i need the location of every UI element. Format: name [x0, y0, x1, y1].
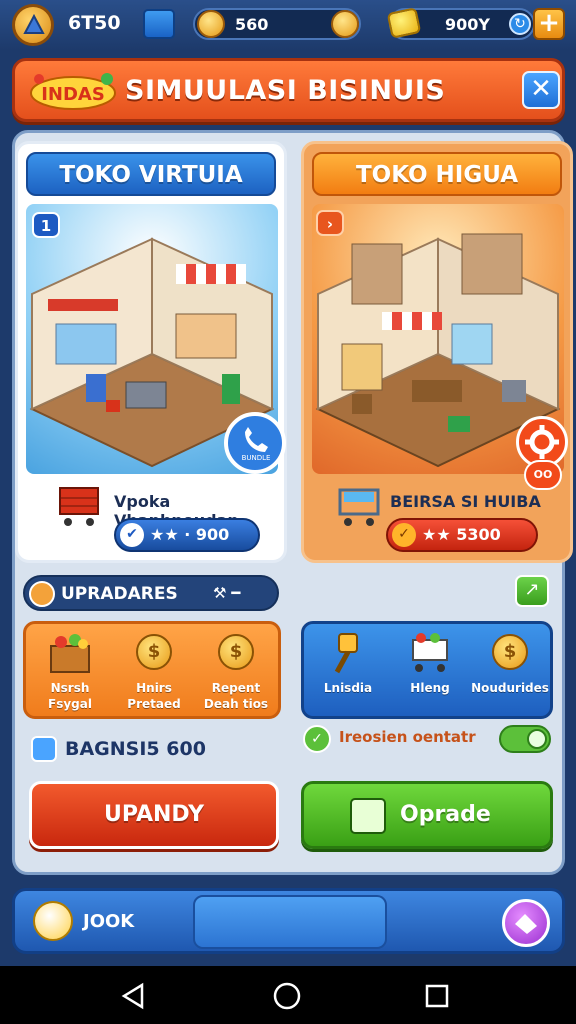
- cart-icon: [59, 487, 99, 526]
- lightbulb-icon[interactable]: [33, 901, 73, 941]
- upgrade-label: Repent Deah tios: [203, 681, 269, 711]
- expand-button[interactable]: ↗: [515, 575, 549, 607]
- cart-icon: [412, 633, 448, 672]
- upgrade-item[interactable]: $ Hnirs Pretaed: [114, 630, 194, 716]
- title-banner: INDAS SIMUULASI BISINUIS ✕: [12, 58, 565, 122]
- card-badge: ›: [316, 210, 344, 236]
- balance-value: BAGNSI5 600: [65, 738, 206, 760]
- level-badge-icon[interactable]: [12, 4, 54, 46]
- phone-badge-label: BUNDLE: [241, 454, 271, 462]
- upgrade-label: Hleng: [410, 681, 450, 695]
- status-toggle[interactable]: [499, 725, 551, 753]
- tag-icon: [31, 736, 57, 762]
- gems-counter[interactable]: 900Y ↻: [386, 7, 535, 40]
- operate-label: Oprade: [400, 802, 491, 827]
- small-badge-button[interactable]: OO: [524, 460, 562, 490]
- bottom-bar: JOOK: [12, 888, 565, 954]
- upgrade-label: Nsrsh Fsygal: [48, 681, 92, 711]
- coin-icon: $: [218, 634, 254, 670]
- upgrade-label: Lnisdia: [323, 681, 373, 695]
- store-card-virtual[interactable]: TOKO VIRTUIA 1 BUNDLE Vpoka ✔ ★★ · 900: [15, 141, 287, 563]
- upgrade-item[interactable]: $ Noudurides: [470, 630, 550, 716]
- bottom-input-field[interactable]: [193, 895, 387, 949]
- tools-icon: ⚒ ━: [213, 584, 241, 602]
- coins-value: 560: [235, 15, 269, 34]
- close-button[interactable]: ✕: [522, 71, 560, 109]
- coin-icon: ✓: [392, 523, 416, 547]
- phone-icon[interactable]: BUNDLE: [224, 412, 286, 474]
- coin-add-icon[interactable]: [331, 10, 359, 38]
- menu-square-button[interactable]: [143, 9, 175, 39]
- upgrade-icon: [29, 581, 55, 607]
- recent-apps-icon[interactable]: [424, 983, 450, 1009]
- upgrade-item[interactable]: $ Repent Deah tios: [196, 630, 276, 716]
- refresh-icon[interactable]: ↻: [509, 13, 531, 35]
- coins-counter[interactable]: 560: [193, 8, 361, 40]
- store-card-physical[interactable]: TOKO HIGUA › OO BEIRSA SI HUIBA ✓ ★★ 530…: [301, 141, 573, 563]
- system-nav-bar: [0, 966, 576, 1024]
- upgrades-left-panel: Nsrsh Fsygal $ Hnirs Pretaed $ Repent De…: [23, 621, 281, 719]
- price-button[interactable]: ✓ ★★ 5300: [386, 518, 538, 552]
- box-icon: [350, 798, 386, 834]
- gems-value: 900Y: [445, 15, 490, 34]
- toggle-knob: [527, 729, 547, 749]
- operate-button[interactable]: Oprade: [301, 781, 553, 849]
- page-title: SIMUULASI BISINUIS: [125, 75, 446, 106]
- card-caption: BEIRSA SI HUIBA: [390, 492, 541, 511]
- coin-icon: $: [136, 634, 172, 670]
- card-number-badge: 1: [32, 212, 60, 238]
- check-icon: ✓: [303, 725, 331, 753]
- home-icon[interactable]: [271, 980, 303, 1012]
- card-header: TOKO VIRTUIA: [26, 152, 276, 196]
- coin-icon: [197, 10, 225, 38]
- upgrade-item[interactable]: Nsrsh Fsygal: [30, 630, 110, 716]
- card-header: TOKO HIGUA: [312, 152, 562, 196]
- back-icon[interactable]: [120, 982, 148, 1010]
- game-logo: INDAS: [30, 73, 116, 110]
- status-label: Ireosien oentatr: [339, 728, 476, 746]
- price-value: ★★ · 900: [150, 525, 230, 544]
- top-status-bar: 6T50 560 900Y ↻ +: [0, 0, 576, 50]
- level-value: 6T50: [68, 12, 121, 34]
- check-icon: ✔: [120, 523, 144, 547]
- bottom-label: JOOK: [83, 911, 135, 932]
- price-button[interactable]: ✔ ★★ · 900: [114, 518, 260, 552]
- add-currency-button[interactable]: +: [533, 8, 565, 40]
- svg-text:INDAS: INDAS: [41, 84, 105, 105]
- price-value: ★★ 5300: [422, 525, 501, 544]
- gem-icon: [386, 7, 422, 39]
- upgrades-title: UPRADARES: [61, 584, 178, 604]
- cart-icon: [338, 488, 380, 526]
- upgrade-label: Hnirs Pretaed: [127, 681, 181, 711]
- upgrade-label: Noudurides: [471, 681, 549, 695]
- magic-action-icon[interactable]: [502, 899, 550, 947]
- pick-icon: [334, 633, 358, 674]
- upgrade-button[interactable]: UPANDY: [29, 781, 279, 849]
- upgrade-item[interactable]: Hleng: [390, 630, 470, 716]
- basket-icon: [50, 634, 90, 673]
- upgrades-right-panel: Lnisdia Hleng $ Noudurides: [301, 621, 553, 719]
- upgrades-header: UPRADARES ⚒ ━: [23, 575, 279, 611]
- upgrade-item[interactable]: Lnisdia: [308, 630, 388, 716]
- main-panel: TOKO VIRTUIA 1 BUNDLE Vpoka ✔ ★★ · 900 T…: [12, 130, 573, 875]
- coin-icon: $: [492, 634, 528, 670]
